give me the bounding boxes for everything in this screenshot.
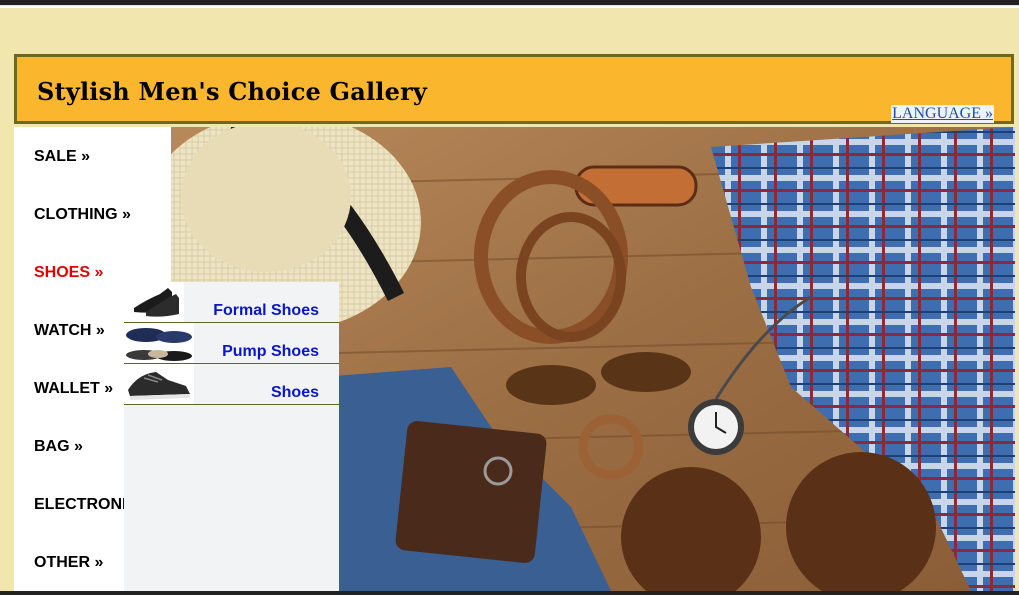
pump-shoe-icon [124, 323, 194, 363]
sidebar-item-bag[interactable]: BAG » [34, 438, 83, 456]
formal-shoe-icon [124, 282, 184, 322]
site-header: Stylish Men's Choice Gallery LANGUAGE » [14, 54, 1014, 124]
sidebar-item-shoes[interactable]: SHOES » [34, 264, 103, 282]
top-rule-highlight [0, 6, 1019, 8]
submenu-item-shoes[interactable]: Shoes [124, 364, 339, 405]
submenu-item-formal-shoes[interactable]: Formal Shoes [124, 282, 339, 323]
submenu-label: Formal Shoes [213, 302, 319, 319]
sidebar-item-other[interactable]: OTHER » [34, 554, 103, 572]
hero-area: SALE » CLOTHING » SHOES » WATCH » WALLET… [14, 127, 1015, 591]
bottom-rule [0, 591, 1019, 595]
language-link[interactable]: LANGUAGE » [891, 105, 994, 123]
sidebar-item-watch[interactable]: WATCH » [34, 322, 105, 340]
site-title: Stylish Men's Choice Gallery [37, 77, 428, 106]
sneaker-icon [124, 364, 194, 404]
submenu-label: Shoes [270, 384, 319, 401]
submenu-item-pump-shoes[interactable]: Pump Shoes [124, 323, 339, 364]
sidebar-item-sale[interactable]: SALE » [34, 148, 90, 166]
top-rule [0, 0, 1019, 5]
submenu-label: Pump Shoes [222, 343, 319, 360]
sidebar-item-clothing[interactable]: CLOTHING » [34, 206, 131, 224]
sidebar-item-wallet[interactable]: WALLET » [34, 380, 113, 398]
shoes-submenu: Formal Shoes Pump Shoes Shoes [124, 282, 339, 591]
